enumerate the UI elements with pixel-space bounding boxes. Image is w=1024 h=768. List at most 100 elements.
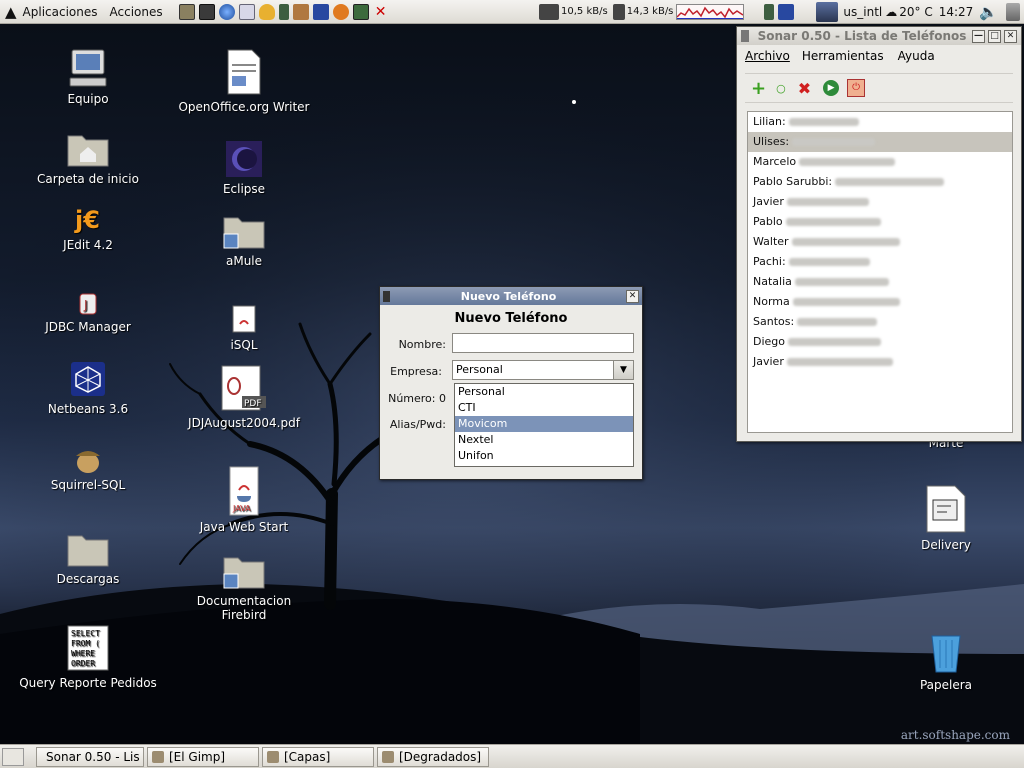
show-desktop-button[interactable] — [2, 747, 24, 766]
contact-row[interactable]: Pablo Sarubbi: — [748, 172, 1012, 192]
svg-text:PDF: PDF — [244, 399, 262, 409]
launcher-mail-icon[interactable] — [238, 3, 255, 20]
folder-shortcut-icon — [223, 557, 265, 589]
empresa-option[interactable]: Personal — [455, 384, 633, 400]
dialog-close-button[interactable]: ✕ — [626, 289, 639, 303]
launcher-phone-icon[interactable] — [278, 3, 289, 20]
desktop-icon-squirrel-sql[interactable]: Squirrel-SQL — [18, 444, 158, 492]
desktop-icon-carpeta-inicio[interactable]: Carpeta de inicio — [18, 130, 158, 186]
launcher-gimp-icon[interactable] — [292, 3, 309, 20]
desktop-icon-jdj-pdf[interactable]: PDF JDJAugust2004.pdf — [174, 364, 314, 430]
nombre-field[interactable] — [452, 333, 634, 353]
contact-row[interactable]: Pachi: — [748, 252, 1012, 272]
launcher-monitor-icon[interactable] — [198, 3, 215, 20]
svg-text:j€: j€ — [74, 206, 100, 234]
contact-row[interactable]: Walter — [748, 232, 1012, 252]
weather-temp[interactable]: 20° C — [897, 5, 934, 19]
close-button[interactable]: ✕ — [1004, 29, 1017, 43]
launcher-gaim-icon[interactable] — [258, 3, 275, 20]
menu-acciones[interactable]: Acciones — [104, 5, 169, 19]
maximize-button[interactable]: □ — [988, 29, 1001, 43]
desktop-icon-java-web-start[interactable]: JAVA Java Web Start — [174, 466, 314, 534]
netbeans-tray-icon[interactable] — [778, 3, 795, 20]
empresa-option[interactable]: Movicom — [455, 416, 633, 432]
task-sonar[interactable]: Sonar 0.50 - Lis — [36, 746, 144, 767]
contact-row[interactable]: Javier — [748, 352, 1012, 372]
sonar-titlebar[interactable]: Sonar 0.50 - Lista de Teléfonos — □ ✕ — [737, 27, 1021, 45]
minimize-button[interactable]: — — [972, 29, 985, 43]
launcher-seahorse-icon[interactable] — [332, 3, 349, 20]
desktop-icon-delivery[interactable]: Delivery — [876, 484, 1016, 552]
contact-row[interactable]: Ulises: — [748, 132, 1012, 152]
power-icon[interactable] — [1006, 2, 1020, 21]
task-label: Sonar 0.50 - Lis — [46, 749, 140, 764]
computer-icon — [69, 49, 107, 87]
empresa-label: Empresa: — [390, 365, 442, 378]
launcher-sysmon-icon[interactable] — [352, 3, 369, 20]
menu-ayuda[interactable]: Ayuda — [898, 49, 935, 63]
volume-icon[interactable]: 🔈 — [979, 3, 998, 21]
desktop-icon-netbeans[interactable]: Netbeans 3.6 — [18, 360, 158, 416]
contact-row[interactable]: Marcelo — [748, 152, 1012, 172]
cpu-graph[interactable] — [676, 3, 745, 20]
contact-row[interactable]: Norma — [748, 292, 1012, 312]
launcher-browser-icon[interactable] — [218, 3, 235, 20]
menu-herramientas[interactable]: Herramientas — [802, 49, 884, 63]
launcher-netbeans-icon[interactable] — [312, 3, 329, 20]
menu-aplicaciones[interactable]: Aplicaciones — [17, 5, 104, 19]
contact-row[interactable]: Diego — [748, 332, 1012, 352]
folder-icon — [67, 535, 109, 567]
stop-icon[interactable]: ⏻ — [847, 79, 866, 97]
keyboard-layout[interactable]: us_intl — [840, 5, 885, 19]
contacts-list[interactable]: Lilian: Ulises: Marcelo Pablo Sarubbi: Javie… — [747, 111, 1013, 433]
desktop-icon-jedit[interactable]: j€ JEdit 4.2 — [18, 204, 158, 252]
desktop-icon-label: iSQL — [230, 338, 258, 352]
home-folder-icon — [67, 135, 109, 167]
java-icon: JAVA — [229, 466, 259, 516]
desktop-icon-isql[interactable]: iSQL — [174, 304, 314, 352]
desktop-icon-jdbc-manager[interactable]: J JDBC Manager — [18, 292, 158, 334]
empresa-option[interactable]: Nextel — [455, 432, 633, 448]
desktop-icon-documentacion-firebird[interactable]: Documentacion Firebird — [174, 552, 314, 622]
menu-archivo[interactable]: Archivo — [745, 49, 790, 63]
task-degradados[interactable]: [Degradados] — [377, 746, 489, 767]
empresa-selected-value: Personal — [456, 363, 503, 376]
dialog-title: Nuevo Teléfono — [460, 289, 557, 303]
empresa-select[interactable]: Personal ▼ — [452, 360, 634, 380]
blurred-phone-number — [788, 258, 870, 266]
empresa-option[interactable]: Unifon — [455, 448, 633, 464]
blurred-phone-number — [791, 238, 900, 246]
desktop-icon-eclipse[interactable]: Eclipse — [174, 140, 314, 196]
dialog-titlebar[interactable]: Nuevo Teléfono ✕ — [380, 287, 642, 305]
clock[interactable]: 14:27 — [935, 5, 980, 19]
add-icon[interactable]: + — [751, 78, 766, 99]
desktop-icon-equipo[interactable]: Equipo — [18, 48, 158, 106]
contact-row[interactable]: Javier — [748, 192, 1012, 212]
foot-icon[interactable]: ▲ — [5, 3, 17, 21]
desktop-icon-descargas[interactable]: Descargas — [18, 530, 158, 586]
task-capas[interactable]: [Capas] — [262, 746, 374, 767]
dropdown-arrow-button[interactable]: ▼ — [613, 361, 633, 379]
contact-row[interactable]: Natalia — [748, 272, 1012, 292]
desktop-icon-papelera[interactable]: Papelera — [876, 630, 1016, 692]
play-icon[interactable]: ▶ — [823, 80, 840, 96]
launcher-terminal-icon[interactable] — [178, 3, 195, 20]
keyboard-flag-icon[interactable] — [816, 1, 839, 22]
net-down-rate: 10,5 kB/s — [561, 6, 608, 17]
phone-tray-icon[interactable] — [764, 3, 775, 20]
contact-row[interactable]: Lilian: — [748, 112, 1012, 132]
task-gimp[interactable]: [El Gimp] — [147, 746, 259, 767]
empresa-option[interactable]: CTI — [455, 400, 633, 416]
sonar-window-icon — [741, 30, 749, 42]
empresa-dropdown-list[interactable]: Personal CTI Movicom Nextel Unifon — [454, 383, 634, 467]
delete-icon[interactable]: ✖ — [798, 79, 811, 98]
edit-icon[interactable]: ○ — [776, 82, 786, 95]
desktop-icon-label: Papelera — [919, 678, 973, 692]
contact-row[interactable]: Pablo — [748, 212, 1012, 232]
desktop-icon-amule[interactable]: aMule — [174, 212, 314, 268]
launcher-close-icon[interactable]: ✕ — [373, 4, 389, 20]
contact-row[interactable]: Santos: — [748, 312, 1012, 332]
desktop-icon-openoffice-writer[interactable]: OpenOffice.org Writer — [174, 48, 314, 114]
desktop-icon-query-reporte[interactable]: SELECT FROM (WHERE ORDER Query Reporte Ped… — [18, 624, 158, 690]
desktop-icon-label: Netbeans 3.6 — [47, 402, 129, 416]
